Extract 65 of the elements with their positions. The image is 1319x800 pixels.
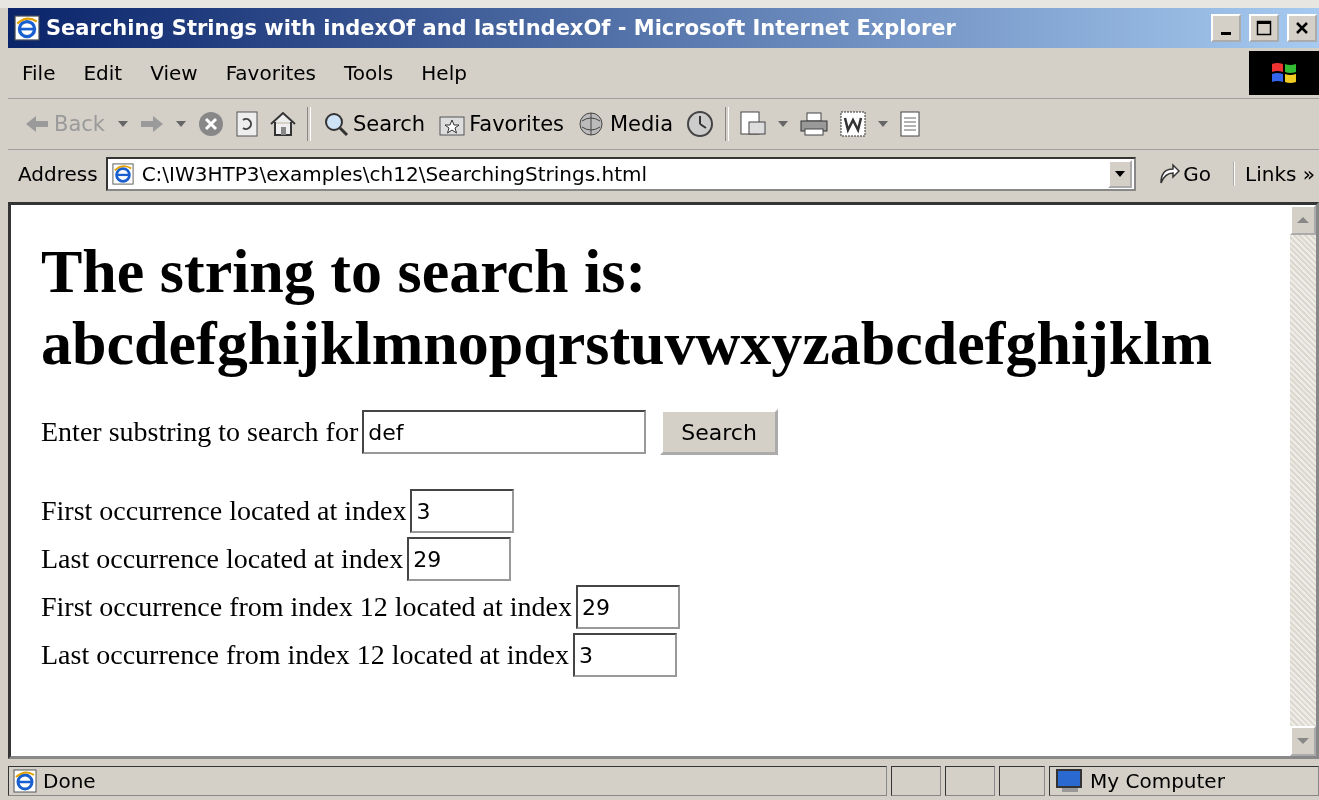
dropdown-caret-icon[interactable] (777, 120, 790, 128)
dropdown-button[interactable] (1108, 160, 1133, 188)
word-document-icon[interactable] (839, 110, 868, 138)
result-field[interactable]: 29 (407, 537, 512, 581)
curved-arrow-icon (1158, 163, 1181, 185)
toolbar-button[interactable]: Media (576, 109, 676, 139)
clock-icon[interactable] (685, 110, 716, 138)
up-arrow-icon (1296, 216, 1310, 224)
status-text: Done (43, 769, 96, 793)
minimize-icon (1221, 31, 1231, 35)
address-label: Address (18, 162, 98, 186)
document-icon[interactable] (899, 110, 922, 138)
close-button[interactable] (1287, 14, 1317, 42)
globe-icon (578, 111, 606, 137)
refresh-icon[interactable] (235, 110, 259, 138)
dropdown-caret-icon[interactable] (877, 120, 890, 128)
result-field[interactable]: 3 (572, 633, 677, 677)
menu-item[interactable]: Edit (69, 61, 137, 85)
menu-item[interactable]: Favorites (211, 61, 330, 85)
window-title: Searching Strings with indexOf and lastIndexOf - Microsoft Internet Explorer (46, 16, 957, 40)
heading: The string to search is: (41, 236, 648, 307)
caret-icon (1114, 170, 1127, 178)
home-icon[interactable] (269, 111, 297, 137)
zone-text: My Computer (1090, 769, 1225, 793)
scroll-down-button[interactable] (1290, 726, 1316, 756)
dropdown-caret-icon[interactable] (175, 120, 187, 128)
computer-icon (1054, 768, 1084, 794)
printer-icon[interactable] (799, 111, 830, 137)
page-icon (111, 163, 134, 185)
address-field[interactable]: C:\IW3HTP3\examples\ch12\SearchingStrings.html (105, 157, 1137, 191)
status-pane (945, 766, 995, 796)
windows-logo-icon (1249, 51, 1319, 95)
substring-field[interactable]: def (362, 410, 647, 454)
toolbar-button[interactable]: Search (321, 109, 428, 139)
heading: abcdefghijklmnopqrstuvwxyzabcdefghijklm (41, 308, 1214, 379)
status-pane (999, 766, 1045, 796)
page-icon (13, 769, 37, 793)
menu-item[interactable]: Help (407, 61, 481, 85)
menu-item[interactable]: Tools (330, 61, 408, 85)
search-button[interactable]: Search (660, 409, 778, 455)
scrollbar[interactable] (1290, 205, 1316, 756)
result-field[interactable]: 3 (410, 489, 515, 533)
back-arrow-icon (24, 114, 50, 134)
minimize-button[interactable] (1211, 14, 1241, 42)
result-label: Last occurrence located at index (41, 543, 404, 575)
dropdown-caret-icon[interactable] (117, 120, 129, 128)
search-icon (323, 111, 349, 137)
status-pane (891, 766, 941, 796)
result-label: First occurrence located at index (41, 495, 407, 527)
close-icon (1295, 21, 1309, 35)
field-label: Enter substring to search for (41, 416, 359, 448)
maximize-button[interactable] (1249, 14, 1279, 42)
down-arrow-icon (1296, 737, 1310, 745)
scroll-up-button[interactable] (1290, 205, 1316, 235)
menu-item[interactable]: File (8, 61, 70, 85)
maximize-icon (1256, 20, 1272, 36)
stop-icon[interactable] (197, 110, 225, 138)
toolbar-button[interactable]: Favorites (437, 110, 566, 138)
result-label: First occurrence from index 12 located at index (41, 591, 573, 623)
browser-icon (14, 15, 40, 41)
result-label: Last occurrence from index 12 located at index (41, 639, 569, 671)
links-button[interactable]: Links » (1233, 162, 1319, 186)
go-button[interactable]: Go (1144, 162, 1225, 186)
result-field[interactable]: 29 (576, 585, 681, 629)
menu-item[interactable]: View (136, 61, 212, 85)
